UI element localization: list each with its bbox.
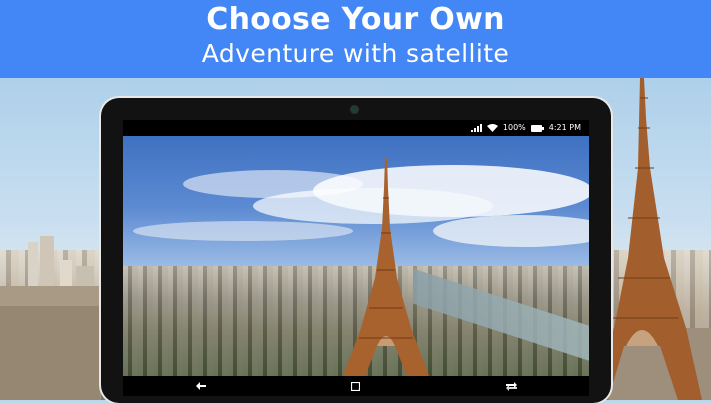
- tablet-device: 100% 4:21 PM: [101, 98, 611, 403]
- eiffel-tower-aerial-photo: [123, 136, 589, 376]
- home-icon: [351, 381, 361, 391]
- status-time: 4:21 PM: [548, 123, 581, 132]
- header-banner: Choose Your Own Adventure with satellite: [0, 0, 711, 78]
- back-button[interactable]: [181, 376, 221, 396]
- wifi-icon: [486, 124, 498, 132]
- recent-apps-icon: [505, 381, 517, 391]
- headline-subtitle: Adventure with satellite: [201, 39, 510, 68]
- headline-title: Choose Your Own: [206, 2, 505, 37]
- battery-percent: 100%: [502, 123, 526, 132]
- battery-icon: [530, 124, 544, 132]
- recent-apps-button[interactable]: [491, 376, 531, 396]
- navigation-bar: [123, 376, 589, 396]
- back-icon: [195, 382, 206, 390]
- background-left-buildings: [0, 236, 100, 400]
- device-screen: 100% 4:21 PM: [123, 120, 589, 396]
- photo-eiffel-tower: [343, 158, 429, 376]
- front-camera-icon: [351, 106, 358, 113]
- home-button[interactable]: [336, 376, 376, 396]
- background-eiffel-tower: [604, 78, 711, 400]
- status-bar: 100% 4:21 PM: [123, 120, 589, 136]
- signal-icon: [470, 124, 482, 132]
